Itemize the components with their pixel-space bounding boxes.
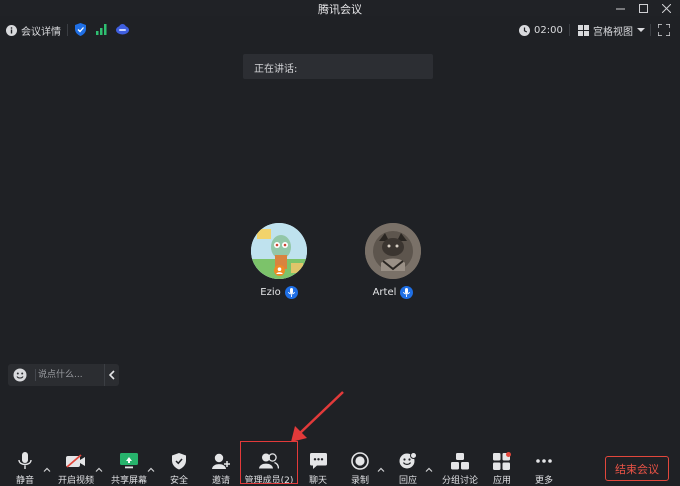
view-mode-label: 宫格视图 xyxy=(593,26,633,38)
grid-view-icon xyxy=(578,24,589,36)
speaking-indicator: 正在讲话: xyxy=(243,54,433,79)
meeting-details-label: 会议详情 xyxy=(21,26,61,38)
caret-up-icon xyxy=(425,467,433,472)
clock-icon xyxy=(519,24,530,36)
security-label: 安全 xyxy=(169,476,188,486)
reaction-options-button[interactable] xyxy=(425,465,433,473)
chat-input[interactable] xyxy=(38,367,98,383)
mic-on-icon xyxy=(284,286,298,299)
top-info-bar: 会议详情 02:00 宫格视图 xyxy=(0,18,680,42)
meeting-details-button[interactable]: 会议详情 xyxy=(6,22,61,38)
apps-label: 应用 xyxy=(492,476,511,486)
security-shield-icon[interactable] xyxy=(75,23,86,36)
participant-name: Artel xyxy=(372,287,397,298)
mic-on-icon xyxy=(400,286,414,299)
maximize-icon xyxy=(638,3,648,13)
view-mode-dropdown[interactable]: 宫格视图 xyxy=(578,22,645,38)
timer-value: 02:00 xyxy=(534,24,563,36)
cloud-icon[interactable] xyxy=(116,23,129,35)
end-meeting-button[interactable]: 结束会议 xyxy=(605,456,669,481)
chevron-left-icon xyxy=(109,370,115,380)
more-button[interactable]: 更多 xyxy=(518,452,570,486)
more-icon xyxy=(534,452,554,470)
chat-label: 聊天 xyxy=(308,476,327,486)
info-icon xyxy=(6,24,17,36)
mute-label: 静音 xyxy=(15,476,34,486)
participant-tile[interactable]: Ezio xyxy=(244,223,314,299)
avatar-image xyxy=(365,223,421,279)
divider xyxy=(569,24,570,36)
fullscreen-icon[interactable] xyxy=(658,24,670,36)
reaction-label: 回应 xyxy=(398,476,417,486)
annotation-highlight-box xyxy=(240,441,298,484)
chat-quick-input xyxy=(8,364,119,386)
video-off-icon xyxy=(66,452,86,470)
avatar xyxy=(365,223,421,279)
speaking-label: 正在讲话: xyxy=(254,64,298,75)
annotation-arrow-icon xyxy=(291,391,344,442)
record-icon xyxy=(350,452,370,470)
divider xyxy=(67,24,68,36)
shield-icon xyxy=(169,452,189,470)
microphone-icon xyxy=(15,452,35,470)
caret-up-icon xyxy=(95,467,103,472)
breakout-icon xyxy=(450,452,470,470)
close-button[interactable] xyxy=(653,0,679,16)
timer: 02:00 xyxy=(519,22,563,38)
invite-label: 邀请 xyxy=(211,476,230,486)
emoji-icon[interactable] xyxy=(13,368,27,382)
reaction-icon xyxy=(398,452,418,470)
signal-icon[interactable] xyxy=(96,24,107,35)
more-label: 更多 xyxy=(534,476,553,486)
share-screen-label: 共享屏幕 xyxy=(110,476,147,486)
participant-tile[interactable]: Artel xyxy=(358,223,428,299)
caret-down-icon xyxy=(637,27,645,33)
collapse-chat-button[interactable] xyxy=(104,364,119,386)
host-badge-icon xyxy=(274,265,285,276)
divider xyxy=(650,24,651,36)
divider xyxy=(35,369,36,381)
chat-icon xyxy=(308,452,328,470)
start-video-label: 开启视频 xyxy=(57,476,94,486)
breakout-rooms-label: 分组讨论 xyxy=(441,476,478,486)
record-label: 录制 xyxy=(350,476,369,486)
share-screen-icon xyxy=(119,452,139,470)
bottom-toolbar: 静音 开启视频 共享屏幕 安全 邀请 管理成员(2) 聊天 录制 回应 分组讨论… xyxy=(0,444,680,486)
minimize-icon xyxy=(615,8,625,9)
avatar xyxy=(251,223,307,279)
title-bar: 腾讯会议 xyxy=(0,0,680,16)
invite-icon xyxy=(211,452,231,470)
video-options-button[interactable] xyxy=(95,465,103,473)
apps-icon xyxy=(492,452,512,470)
window-title: 腾讯会议 xyxy=(318,3,362,16)
close-icon xyxy=(661,3,671,13)
participant-name: Ezio xyxy=(260,287,281,298)
